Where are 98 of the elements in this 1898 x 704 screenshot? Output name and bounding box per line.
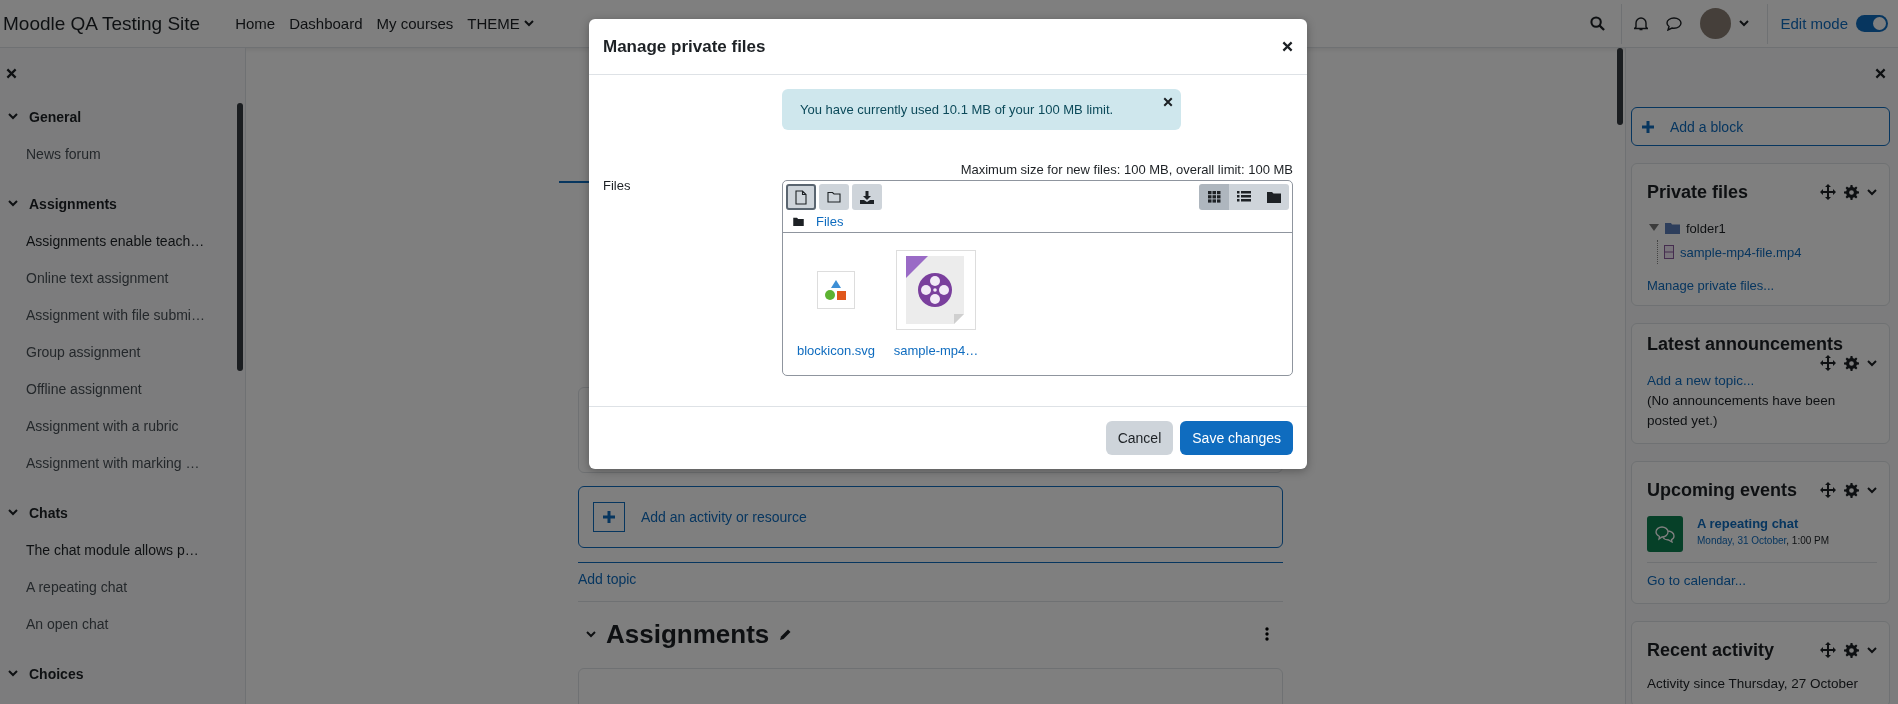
usage-alert: You have currently used 10.1 MB of your 100 MB limit. <box>782 89 1181 130</box>
folder-name[interactable]: folder1 <box>1686 220 1726 236</box>
search-icon[interactable] <box>1590 16 1606 31</box>
cancel-button[interactable]: Cancel <box>1105 421 1174 455</box>
caret-icon <box>523 20 534 27</box>
save-button[interactable]: Save changes <box>1180 421 1293 455</box>
close-icon[interactable] <box>1282 41 1293 52</box>
film-file-icon <box>1664 245 1674 259</box>
date-link[interactable]: Monday, 31 October <box>1697 535 1787 546</box>
folder-icon <box>1665 222 1680 234</box>
settings-icon[interactable] <box>1844 184 1859 200</box>
course-index-item[interactable]: Assignment with marking … <box>26 454 200 471</box>
activity-text: Activity since Thursday, 27 October <box>1647 675 1860 693</box>
download-icon <box>860 190 874 204</box>
nav-link[interactable]: Home <box>228 15 283 32</box>
course-index-item[interactable]: An open chat <box>26 615 109 632</box>
close-icon[interactable] <box>1163 97 1173 107</box>
manage-files-link[interactable]: Manage private files... <box>1647 278 1877 293</box>
grid-view-icon <box>1207 191 1221 203</box>
view-toggle-button[interactable] <box>1199 184 1229 210</box>
settings-icon[interactable] <box>1844 355 1859 371</box>
add-topic-link[interactable]: Add a new topic... <box>1647 371 1877 391</box>
avatar[interactable] <box>1700 8 1732 39</box>
move-icon[interactable] <box>1820 355 1836 371</box>
nav-link[interactable]: My courses <box>369 15 461 32</box>
block-title: Private files <box>1647 181 1749 203</box>
expand-triangle-icon[interactable] <box>1649 224 1659 232</box>
view-toggle-button[interactable] <box>1229 184 1259 210</box>
block-title: Recent activity <box>1647 639 1775 661</box>
course-index-item[interactable]: Assignment with a rubric <box>26 417 179 434</box>
site-name[interactable]: Moodle QA Testing Site <box>3 12 201 35</box>
file-name[interactable]: sample-mp4… <box>893 343 979 358</box>
dialog-title: Manage private files <box>603 36 766 57</box>
caret-icon <box>1867 188 1877 196</box>
shapes-file-icon <box>817 271 855 309</box>
move-icon[interactable] <box>1820 184 1836 200</box>
settings-icon[interactable] <box>1844 482 1859 498</box>
dropdown-caret-icon <box>1739 20 1750 27</box>
chat-event-icon <box>1647 516 1683 552</box>
event-date: Monday, 31 October, 1:00 PM <box>1697 535 1830 546</box>
scrollbar[interactable] <box>1617 48 1623 125</box>
pencil-icon[interactable] <box>779 627 793 641</box>
course-index-item[interactable]: Group assignment <box>26 343 141 360</box>
add-activity-button[interactable]: Add an activity or resource <box>578 486 1283 548</box>
add-file-button[interactable] <box>786 184 816 210</box>
nav-link[interactable]: Dashboard <box>282 15 370 32</box>
section-title[interactable]: Choices <box>29 665 84 682</box>
add-block-button[interactable]: Add a block <box>1631 107 1890 146</box>
course-index-item[interactable]: News forum <box>26 145 101 162</box>
section-title[interactable]: Assignments <box>29 195 117 212</box>
folder-icon <box>827 191 841 203</box>
block-title: Upcoming events <box>1647 479 1798 501</box>
video-file-icon <box>896 250 976 330</box>
empty-message: (No announcements have been posted yet.) <box>1647 392 1837 430</box>
chat-bubble-icon[interactable] <box>1666 16 1683 31</box>
calendar-link[interactable]: Go to calendar... <box>1647 573 1747 588</box>
file-link[interactable]: sample-mp4-file.mp4 <box>1680 244 1802 260</box>
size-limits-text: Maximum size for new files: 100 MB, overall limit: 100 MB <box>959 162 1293 179</box>
course-index-item[interactable]: Assignments enable teach… <box>26 232 205 249</box>
breadcrumb-link[interactable]: Files <box>816 213 844 229</box>
file-icon <box>795 189 807 205</box>
folder-view-icon <box>1267 191 1281 203</box>
field-label: Files <box>603 178 632 195</box>
chevron-icon <box>8 200 18 207</box>
course-index-item[interactable]: Assignment with file submi… <box>26 306 205 323</box>
caret-icon <box>1867 486 1877 494</box>
view-toggle-button[interactable] <box>1259 184 1289 210</box>
chevron-icon <box>586 630 596 638</box>
course-index-item[interactable]: The chat module allows p… <box>26 541 199 558</box>
event-title-link[interactable]: A repeating chat <box>1697 516 1830 531</box>
settings-icon[interactable] <box>1844 642 1859 658</box>
nav-link[interactable]: THEME <box>460 15 541 32</box>
scrollbar[interactable] <box>237 103 243 371</box>
folder-icon <box>793 216 804 226</box>
section-heading: Assignments <box>606 618 770 650</box>
move-icon[interactable] <box>1820 642 1836 658</box>
caret-icon <box>1867 646 1877 654</box>
plus-icon <box>603 511 615 523</box>
caret-icon <box>1867 359 1877 367</box>
chevron-icon <box>8 113 18 120</box>
course-index-item[interactable]: Online text assignment <box>26 269 169 286</box>
move-icon[interactable] <box>1820 482 1836 498</box>
block-title: Latest announcements <box>1647 334 1844 355</box>
section-title[interactable]: General <box>29 108 82 125</box>
file-name[interactable]: blockicon.svg <box>796 343 875 358</box>
edit-mode-toggle[interactable] <box>1856 15 1888 32</box>
course-index-item[interactable]: A repeating chat <box>26 578 128 595</box>
download-button[interactable] <box>852 184 882 210</box>
course-index-item[interactable]: Offline assignment <box>26 380 142 397</box>
plus-icon <box>1642 120 1654 133</box>
add-topic-link[interactable]: Add topic <box>578 571 1283 593</box>
more-options-icon[interactable] <box>1265 627 1269 641</box>
bell-icon[interactable] <box>1634 16 1649 31</box>
section-title[interactable]: Chats <box>29 504 68 521</box>
chevron-icon <box>8 670 18 677</box>
list-view-icon <box>1237 191 1251 203</box>
edit-mode-label: Edit mode <box>1780 15 1848 32</box>
chevron-icon <box>8 509 18 516</box>
